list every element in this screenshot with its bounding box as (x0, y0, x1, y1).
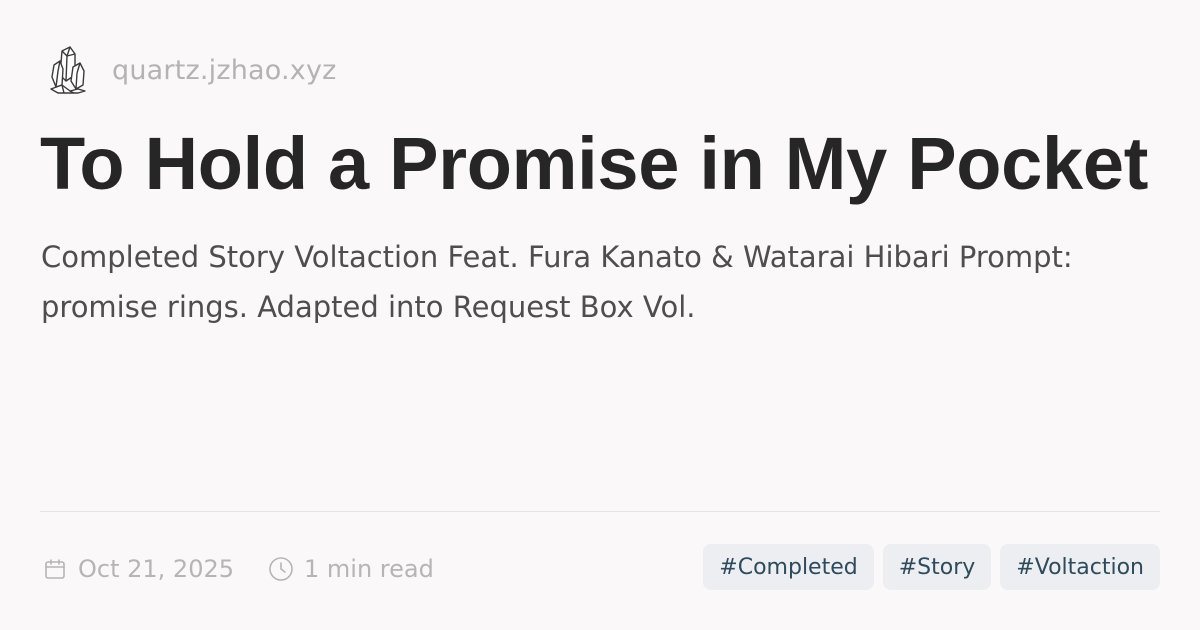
publish-date: Oct 21, 2025 (42, 555, 234, 583)
clock-icon (268, 556, 294, 582)
site-header: quartz.jzhao.xyz (42, 40, 337, 100)
calendar-icon (42, 556, 68, 582)
tag-list: #Completed #Story #Voltaction (694, 544, 1160, 590)
tag-voltaction[interactable]: #Voltaction (1000, 544, 1160, 590)
page-description: Completed Story Voltaction Feat. Fura Ka… (41, 240, 1073, 324)
tag-story[interactable]: #Story (882, 544, 992, 590)
article-meta: Oct 21, 2025 1 min read (42, 546, 434, 592)
divider (40, 511, 1160, 512)
reading-time-text: 1 min read (304, 555, 434, 583)
og-card: quartz.jzhao.xyz To Hold a Promise in My… (0, 0, 1200, 630)
page-title: To Hold a Promise in My Pocket (40, 122, 1149, 205)
site-domain[interactable]: quartz.jzhao.xyz (112, 55, 337, 86)
publish-date-text: Oct 21, 2025 (78, 555, 234, 583)
reading-time: 1 min read (268, 555, 434, 583)
tag-completed[interactable]: #Completed (703, 544, 874, 590)
crystal-logo-icon (42, 42, 94, 98)
